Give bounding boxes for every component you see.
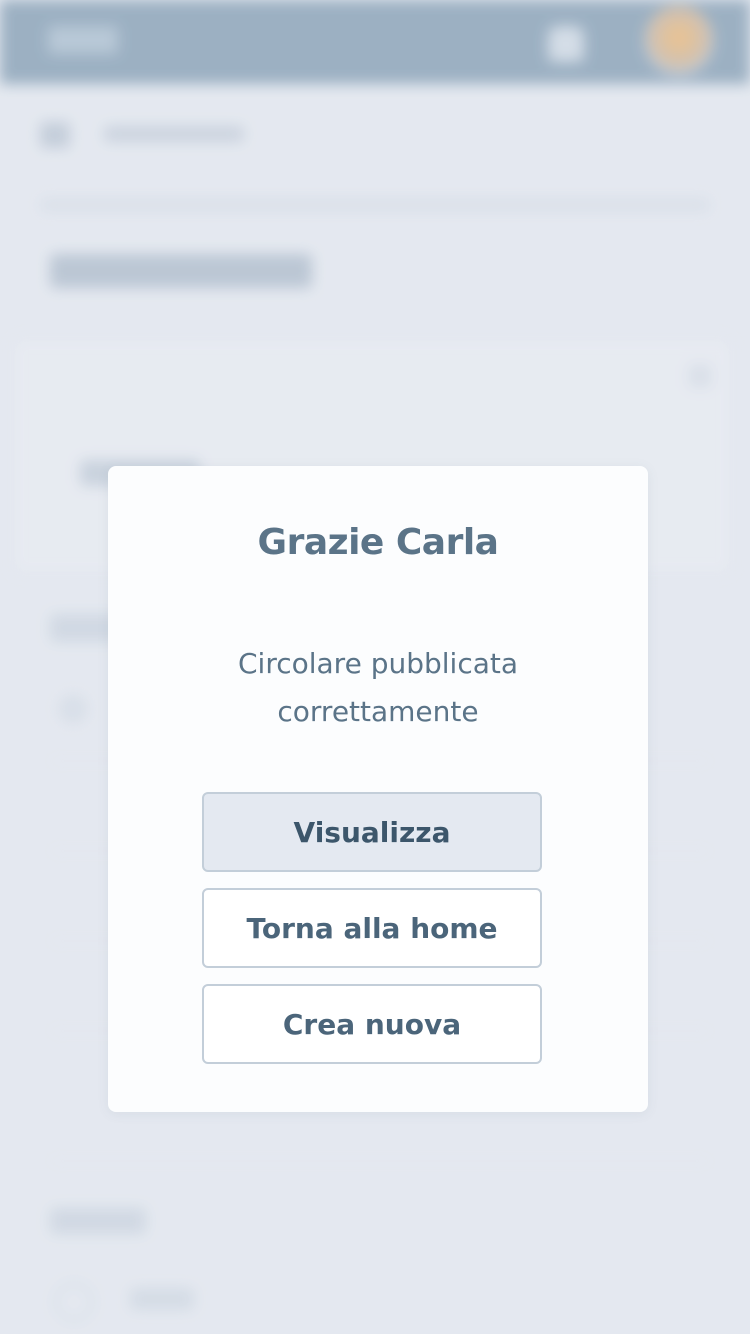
dialog-title: Grazie Carla (257, 522, 499, 563)
view-button[interactable]: Visualizza (202, 792, 542, 872)
success-dialog: Grazie Carla Circolare pubblicata corret… (108, 466, 648, 1112)
back-home-button[interactable]: Torna alla home (202, 888, 542, 968)
dialog-message: Circolare pubblicata correttamente (237, 647, 519, 728)
screen: Grazie Carla Circolare pubblicata corret… (0, 0, 750, 1334)
create-new-button[interactable]: Crea nuova (202, 984, 542, 1064)
